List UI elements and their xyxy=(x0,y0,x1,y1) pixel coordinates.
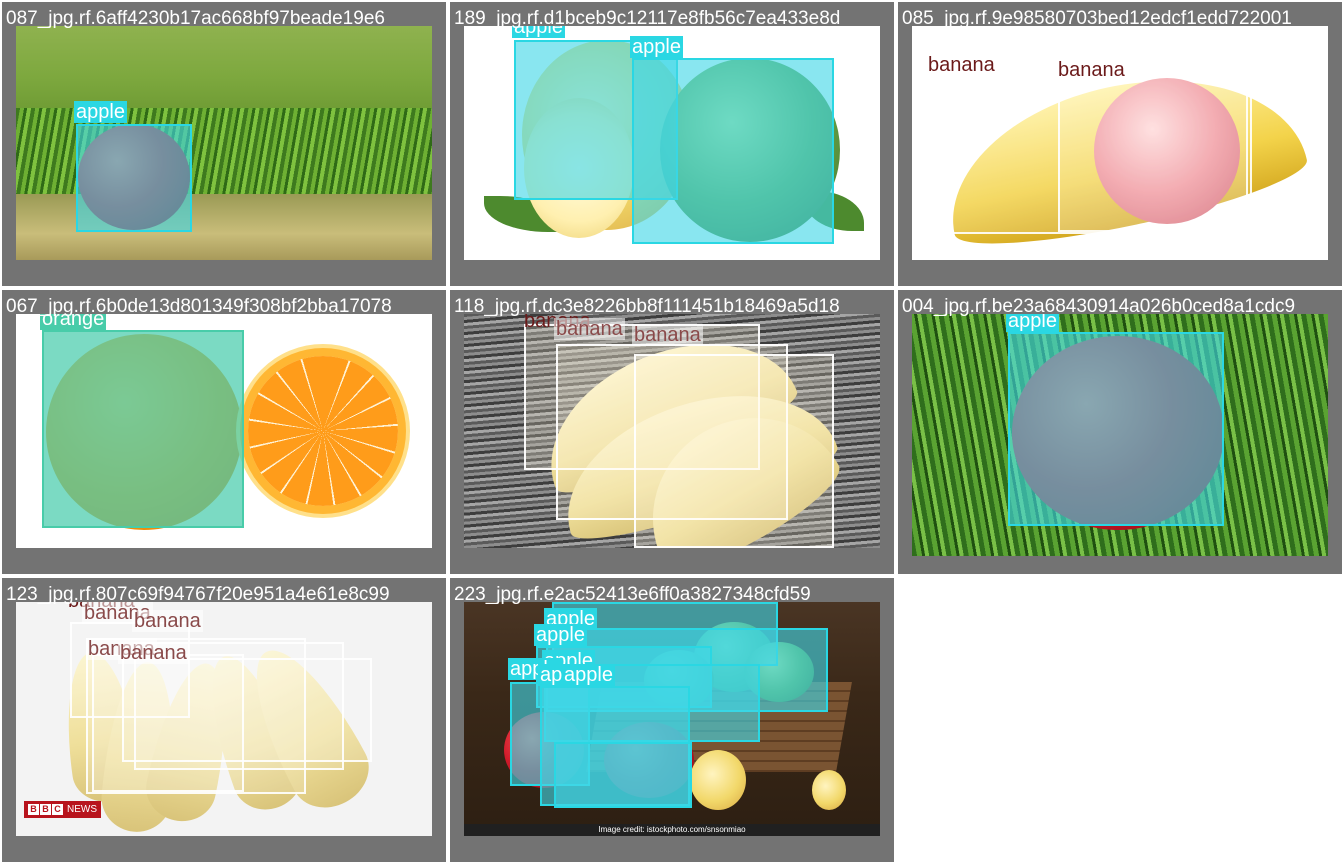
tile-filename: 087_jpg.rf.6aff4230b17ac668bf97beade19e6 xyxy=(6,8,385,29)
tile[interactable]: 189_jpg.rf.d1bceb9c12117e8fb56c7ea433e8d… xyxy=(450,2,894,286)
tile-photo: banana banana banana banana banana B B C… xyxy=(16,602,432,836)
detection-box[interactable] xyxy=(76,124,192,232)
detection-label: banana xyxy=(1058,59,1125,81)
tile-photo: apple xyxy=(912,314,1328,556)
detection-box[interactable] xyxy=(1058,72,1252,232)
tile-photo: apple xyxy=(16,26,432,260)
detection-label: banana xyxy=(554,318,625,340)
tile-filename: 223_jpg.rf.e2ac52413e6ff0a3827348cfd59 xyxy=(454,584,811,605)
tile-filename: 123_jpg.rf.807c69f94767f20e951a4e61e8c99 xyxy=(6,584,390,605)
tile-filename: 118_jpg.rf.dc3e8226bb8f111451b18469a5d18 xyxy=(454,296,840,317)
detection-label: apple xyxy=(562,664,615,686)
tile-photo: apple apple apple apple apple apple appl… xyxy=(464,602,880,836)
tile[interactable]: 087_jpg.rf.6aff4230b17ac668bf97beade19e6… xyxy=(2,2,446,286)
tile-photo: orange xyxy=(16,314,432,548)
detection-label: banana xyxy=(118,642,189,664)
tile[interactable]: 067_jpg.rf.6b0de13d801349f308bf2bba17078… xyxy=(2,290,446,574)
tile[interactable]: 223_jpg.rf.e2ac52413e6ff0a3827348cfd59 a… xyxy=(450,578,894,862)
tile[interactable]: 123_jpg.rf.807c69f94767f20e951a4e61e8c99… xyxy=(2,578,446,862)
empty-slot xyxy=(898,578,1342,862)
tile[interactable]: 118_jpg.rf.dc3e8226bb8f111451b18469a5d18… xyxy=(450,290,894,574)
tile-filename: 189_jpg.rf.d1bceb9c12117e8fb56c7ea433e8d xyxy=(454,8,841,29)
detection-label: banana xyxy=(132,610,203,632)
bbc-news-logo: B B C NEWS xyxy=(24,801,101,818)
image-credit: Image credit: istockphoto.com/snsonmiao xyxy=(464,824,880,836)
detection-box[interactable] xyxy=(42,330,244,528)
detection-box[interactable] xyxy=(122,658,372,762)
detection-box[interactable] xyxy=(632,58,834,244)
image-grid: 087_jpg.rf.6aff4230b17ac668bf97beade19e6… xyxy=(0,0,1344,864)
tile[interactable]: 085_jpg.rf.9e98580703bed12edcf1edd722001… xyxy=(898,2,1342,286)
detection-box[interactable] xyxy=(554,742,692,808)
detection-box[interactable] xyxy=(634,354,834,548)
tile-photo: apple apple xyxy=(464,26,880,260)
tile-photo: banana banana banana xyxy=(464,314,880,548)
detection-label: banana xyxy=(632,324,703,346)
detection-label: banana xyxy=(928,54,995,76)
detection-box[interactable] xyxy=(1008,332,1224,526)
tile[interactable]: 004_jpg.rf.be23a68430914a026b0ced8a1cdc9… xyxy=(898,290,1342,574)
detection-label: apple xyxy=(534,624,587,646)
tile-photo: banana banana xyxy=(912,26,1328,260)
detection-label: apple xyxy=(74,101,127,123)
tile-filename: 067_jpg.rf.6b0de13d801349f308bf2bba17078 xyxy=(6,296,392,317)
tile-filename: 085_jpg.rf.9e98580703bed12edcf1edd722001 xyxy=(902,8,1292,29)
detection-label: apple xyxy=(630,36,683,58)
tile-filename: 004_jpg.rf.be23a68430914a026b0ced8a1cdc9 xyxy=(902,296,1296,317)
